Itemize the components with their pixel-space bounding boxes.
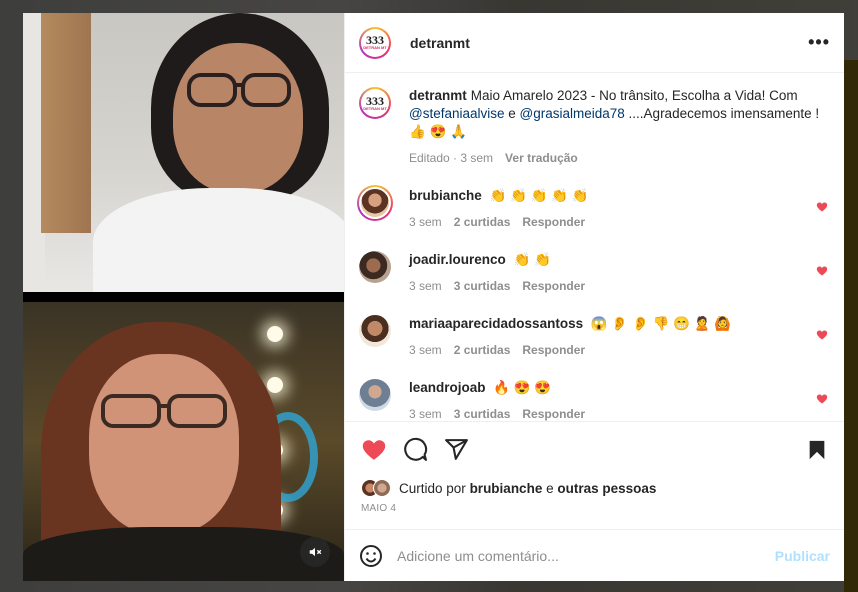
comment-author[interactable]: brubianche — [409, 188, 482, 203]
comment-meta: 3 sem 2 curtidas Responder — [409, 213, 828, 231]
post-header: 333 DETRAN MT detranmt ••• — [345, 13, 844, 73]
comment-author[interactable]: joadir.lourenco — [409, 252, 506, 267]
translate-link[interactable]: Ver tradução — [505, 149, 578, 167]
brand-logo-mark: 333 — [366, 33, 384, 47]
reply-button[interactable]: Responder — [522, 277, 585, 295]
comment-meta: 3 sem 3 curtidas Responder — [409, 277, 828, 295]
avatar-photo — [359, 251, 391, 283]
comment-item: leandrojoab 🔥 😍 😍 3 sem 3 curtidas Respo… — [359, 379, 828, 421]
reply-button[interactable]: Responder — [522, 405, 585, 421]
likes-summary: Curtido por brubianche e outras pessoas — [345, 477, 844, 499]
comment-text: 👏 👏 — [513, 252, 551, 267]
comment-time: 3 sem — [409, 215, 442, 229]
heart-icon[interactable] — [816, 201, 828, 213]
brand-logo-mark: 333 — [366, 93, 384, 108]
liker-avatars[interactable] — [361, 479, 391, 497]
caption: 333 DETRAN MT detranmt Maio Amarelo 2023 … — [359, 87, 828, 167]
liker-username[interactable]: brubianche — [470, 481, 543, 496]
comment-icon[interactable] — [403, 437, 428, 462]
emoji-icon[interactable] — [359, 544, 383, 568]
person-face — [173, 43, 303, 193]
comment-author[interactable]: mariaaparecidadossantoss — [409, 316, 583, 331]
mute-icon — [309, 547, 322, 557]
avatar-photo — [359, 379, 391, 411]
likes-prefix: Curtido por — [399, 480, 466, 496]
comment-time: 3 sem — [409, 343, 442, 357]
comment-meta: 3 sem 2 curtidas Responder — [409, 341, 828, 359]
caption-body: detranmt Maio Amarelo 2023 - No trânsito,… — [409, 87, 828, 167]
comment-text: 😱 👂 👂 👎 😁 🙎 🙆 — [590, 316, 732, 331]
caption-edited: Editado · 3 sem — [409, 151, 494, 165]
avatar-photo — [359, 187, 391, 219]
person-shirt — [23, 527, 344, 581]
comment-likes[interactable]: 3 curtidas — [454, 405, 511, 421]
post-comment-button[interactable]: Publicar — [775, 548, 830, 564]
post-date: MAIO 4 — [361, 503, 397, 514]
post-modal: 333 DETRAN MT detranmt ••• 333 DETRAN MT… — [23, 13, 844, 581]
caption-meta: Editado · 3 sem Ver tradução — [409, 149, 828, 167]
door — [41, 13, 91, 233]
share-icon[interactable] — [444, 437, 469, 462]
reply-button[interactable]: Responder — [522, 213, 585, 231]
person-face — [89, 354, 239, 534]
studio-light — [267, 326, 283, 342]
heart-icon[interactable] — [816, 393, 828, 405]
person-glasses — [187, 73, 291, 107]
mention-link[interactable]: @grasialmeida78 — [520, 106, 625, 121]
likes-joiner: e — [546, 480, 554, 496]
brand-logo-text: DETRAN MT — [363, 45, 387, 50]
add-comment-bar: Publicar — [345, 529, 844, 581]
reply-button[interactable]: Responder — [522, 341, 585, 359]
comment-item: brubianche 👏 👏 👏 👏 👏 3 sem 2 curtidas Re… — [357, 185, 828, 231]
avatar — [373, 479, 391, 497]
mute-button[interactable] — [300, 537, 330, 567]
heart-icon[interactable] — [816, 329, 828, 341]
comment-text: 👏 👏 👏 👏 👏 — [489, 188, 589, 203]
comment-input[interactable] — [397, 547, 775, 564]
likes-others-link[interactable]: outras pessoas — [557, 481, 656, 496]
caption-text: Maio Amarelo 2023 - No trânsito, Escolha… — [470, 88, 798, 103]
mention-link[interactable]: @stefaniaalvise — [409, 106, 505, 121]
comments-list[interactable]: 333 DETRAN MT detranmt Maio Amarelo 2023 … — [345, 73, 844, 421]
person-glasses — [101, 394, 227, 428]
avatar[interactable] — [359, 315, 391, 347]
comment-body: joadir.lourenco 👏 👏 3 sem 3 curtidas Res… — [409, 251, 828, 295]
comment-time: 3 sem — [409, 407, 442, 421]
caption-author[interactable]: detranmt — [409, 88, 467, 103]
caption-joiner: e — [504, 106, 520, 121]
post-panel: 333 DETRAN MT detranmt ••• 333 DETRAN MT… — [344, 13, 844, 581]
comment-body: mariaaparecidadossantoss 😱 👂 👂 👎 😁 🙎 🙆 3… — [409, 315, 828, 359]
brand-logo-text: DETRAN MT — [363, 105, 387, 111]
comment-meta: 3 sem 3 curtidas Responder — [409, 405, 828, 421]
video-frame-top — [23, 13, 344, 292]
more-icon[interactable]: ••• — [808, 32, 830, 53]
avatar[interactable] — [357, 185, 393, 221]
video-frame-bottom — [23, 302, 344, 581]
comment-author[interactable]: leandrojoab — [409, 380, 486, 395]
studio-light — [267, 377, 283, 393]
comment-likes[interactable]: 2 curtidas — [454, 213, 511, 231]
comment-likes[interactable]: 2 curtidas — [454, 341, 511, 359]
comment-body: brubianche 👏 👏 👏 👏 👏 3 sem 2 curtidas Re… — [409, 187, 828, 231]
post-author[interactable]: detranmt — [410, 35, 470, 51]
avatar-photo — [359, 315, 391, 347]
comment-likes[interactable]: 3 curtidas — [454, 277, 511, 295]
person-shirt — [93, 188, 344, 292]
post-actions — [345, 421, 844, 477]
comment-text: 🔥 😍 😍 — [493, 380, 552, 395]
comment-item: mariaaparecidadossantoss 😱 👂 👂 👎 😁 🙎 🙆 3… — [359, 315, 828, 359]
comment-item: joadir.lourenco 👏 👏 3 sem 3 curtidas Res… — [359, 251, 828, 295]
comment-body: leandrojoab 🔥 😍 😍 3 sem 3 curtidas Respo… — [409, 379, 828, 421]
avatar[interactable] — [359, 251, 391, 283]
avatar[interactable]: 333 DETRAN MT — [359, 26, 391, 59]
heart-icon[interactable] — [816, 265, 828, 277]
heart-icon[interactable] — [361, 437, 387, 463]
comment-time: 3 sem — [409, 279, 442, 293]
avatar[interactable]: 333 DETRAN MT — [359, 87, 391, 119]
bookmark-icon[interactable] — [806, 438, 828, 462]
avatar[interactable] — [359, 379, 391, 411]
post-media[interactable] — [23, 13, 344, 581]
